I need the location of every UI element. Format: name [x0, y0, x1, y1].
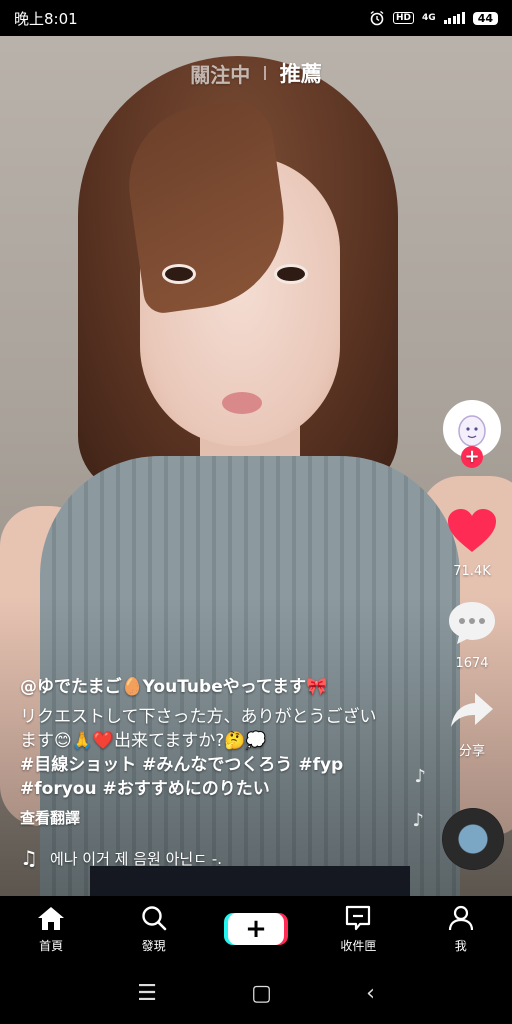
share-button[interactable]: 分享 — [440, 690, 504, 759]
creator-avatar-group: + — [440, 400, 504, 468]
status-icons: HD 4G 44 — [369, 10, 498, 26]
like-button[interactable]: 71.4K — [440, 508, 504, 579]
share-arrow-icon — [451, 693, 493, 727]
nav-home[interactable]: 首頁 — [6, 905, 96, 954]
nav-me[interactable]: 我 — [416, 905, 506, 954]
music-disc[interactable] — [442, 808, 504, 870]
music-note-icon: ♪ — [412, 810, 425, 831]
status-time: 晚上8:01 — [14, 9, 78, 28]
post-description: リクエストして下さった方、ありがとうございます😊🙏❤️出来てますか?🤔💭 — [20, 707, 377, 751]
tab-following[interactable]: 關注中 — [190, 59, 250, 88]
alarm-icon — [370, 10, 384, 26]
system-nav-bar: ☰ ▢ ‹ — [0, 962, 512, 1024]
home-button-icon[interactable]: ▢ — [251, 981, 272, 1006]
search-icon — [141, 905, 166, 930]
post-username[interactable]: @ゆでたまご🥚YouTubeやってます🎀 — [20, 672, 380, 697]
post-caption: @ゆでたまご🥚YouTubeやってます🎀 リクエストして下さった方、ありがとうご… — [20, 672, 380, 870]
comment-count: 1674 — [455, 656, 489, 671]
heart-icon — [448, 509, 496, 552]
video-figure-eye — [274, 264, 308, 284]
music-note-icon: ♫ — [20, 846, 38, 870]
battery-icon: 44 — [472, 11, 498, 25]
nav-discover[interactable]: 發現 — [109, 905, 199, 954]
comment-icon — [449, 602, 495, 644]
nav-home-label: 首頁 — [39, 938, 64, 953]
home-icon — [38, 906, 65, 930]
share-label: 分享 — [458, 744, 485, 759]
network-label: 4G — [422, 13, 436, 23]
bottom-nav: 首頁 發現 + 收件匣 我 — [0, 896, 512, 962]
nav-me-label: 我 — [454, 938, 467, 953]
sound-row[interactable]: ♫ 에나 이거 제 음원 아닌ㄷ -. — [20, 846, 380, 870]
nav-discover-label: 發現 — [141, 938, 166, 953]
create-post-button[interactable]: + — [211, 913, 301, 945]
tab-for-you[interactable]: 推薦 — [280, 58, 322, 88]
video-figure-lips — [222, 392, 262, 414]
comment-button[interactable]: 1674 — [440, 600, 504, 671]
recents-icon[interactable]: ☰ — [137, 981, 157, 1006]
follow-button[interactable]: + — [461, 446, 483, 468]
back-icon[interactable]: ‹ — [366, 981, 375, 1006]
see-translation-link[interactable]: 查看翻譯 — [20, 807, 380, 828]
video-figure-eye — [162, 264, 196, 284]
nav-inbox[interactable]: 收件匣 — [313, 905, 403, 954]
feed-tabs: 關注中 推薦 — [0, 58, 512, 88]
nav-inbox-label: 收件匣 — [340, 938, 377, 953]
post-hashtags[interactable]: #目線ショット #みんなでつくろう #fyp #foryou #おすすめにのりた… — [20, 753, 380, 801]
sound-title: 에나 이거 제 음원 아닌ㄷ -. — [49, 849, 222, 868]
like-count: 71.4K — [453, 564, 491, 579]
plus-icon: + — [227, 913, 284, 945]
music-note-icon: ♪ — [414, 766, 427, 787]
status-bar: 晚上8:01 HD 4G 44 — [0, 0, 512, 36]
egg-mascot-icon — [458, 415, 486, 447]
tab-divider — [264, 66, 266, 80]
inbox-icon — [346, 905, 371, 930]
signal-icon — [443, 12, 465, 24]
profile-icon — [448, 905, 473, 930]
hd-icon: HD — [393, 12, 415, 24]
